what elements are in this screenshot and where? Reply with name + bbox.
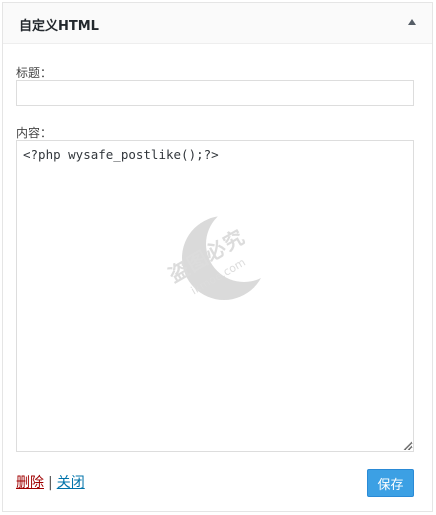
widget-actions: 删除 | 关闭: [16, 472, 85, 492]
close-link[interactable]: 关闭: [57, 475, 85, 491]
widget-title: 自定义HTML: [19, 19, 99, 34]
content-textarea[interactable]: <?php wysafe_postlike();?>: [16, 140, 414, 452]
title-input[interactable]: [16, 80, 414, 106]
triangle-up-icon[interactable]: [408, 19, 416, 25]
widget-header[interactable]: 自定义HTML: [3, 3, 432, 44]
action-separator: |: [48, 475, 53, 491]
title-label: 标题：: [16, 66, 53, 80]
content-label: 内容：: [16, 126, 53, 140]
save-button[interactable]: 保存: [367, 469, 414, 497]
delete-link[interactable]: 删除: [16, 475, 44, 491]
